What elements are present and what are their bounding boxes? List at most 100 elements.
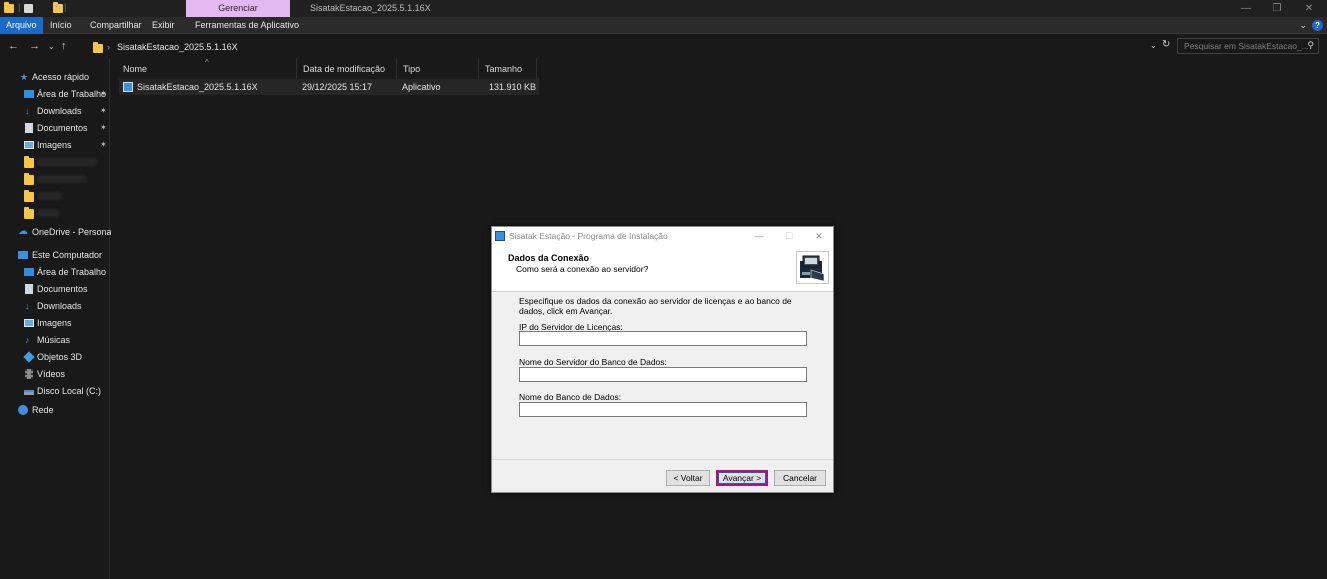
tab-view[interactable]: Exibir — [146, 17, 181, 34]
maximize-button[interactable]: ☐ — [776, 227, 802, 245]
breadcrumb-current-folder[interactable]: SisatakEstacao_2025.5.1.16X — [117, 39, 238, 55]
database-server-name-label: Nome do Servidor do Banco de Dados: — [519, 357, 667, 367]
nav-label: Acesso rápido — [32, 72, 90, 82]
minimize-button[interactable]: — — [1234, 0, 1258, 17]
nav-pinned-documents[interactable]: Documentos ✶ — [0, 120, 110, 136]
column-header-size[interactable]: Tamanho — [479, 58, 537, 80]
pin-icon[interactable]: ✶ — [100, 103, 107, 119]
pin-icon[interactable]: ✶ — [100, 86, 107, 102]
help-icon[interactable]: ? — [1312, 20, 1323, 31]
pin-icon[interactable]: ✶ — [100, 137, 107, 153]
folder-icon — [93, 42, 103, 53]
address-bar[interactable]: › SisatakEstacao_2025.5.1.16X — [86, 38, 1174, 54]
close-button[interactable]: ✕ — [1297, 0, 1321, 17]
search-input[interactable]: Pesquisar em SisatakEstacao_... ⚲ — [1177, 38, 1319, 54]
document-icon — [25, 123, 33, 133]
column-header-type[interactable]: Tipo — [397, 58, 479, 80]
back-arrow-icon[interactable]: ← — [8, 39, 19, 53]
nav-redacted-folder[interactable] — [0, 171, 110, 187]
installer-icon — [495, 231, 505, 241]
properties-icon[interactable] — [24, 4, 33, 13]
chevron-down-icon[interactable]: ▾ — [55, 2, 59, 12]
music-icon: ♪ — [25, 335, 30, 345]
up-arrow-icon[interactable]: ↑ — [61, 39, 67, 53]
redacted-label — [37, 192, 62, 200]
images-icon — [24, 319, 34, 327]
refresh-icon[interactable]: ↻ — [1162, 39, 1170, 50]
nav-pinned-desktop[interactable]: Área de Trabalho ✶ — [0, 86, 110, 102]
nav-pc-images[interactable]: Imagens — [0, 315, 110, 331]
license-server-ip-input[interactable] — [519, 331, 807, 346]
window-title: SisatakEstacao_2025.5.1.16X — [310, 3, 431, 13]
nav-redacted-folder[interactable] — [0, 188, 110, 204]
nav-network[interactable]: Rede — [0, 402, 110, 418]
nav-pinned-downloads[interactable]: ↓ Downloads ✶ — [0, 103, 110, 119]
dialog-header: Dados da Conexão Como será a conexão ao … — [492, 245, 833, 292]
dialog-body: Especifique os dados da conexão ao servi… — [492, 293, 833, 463]
document-icon — [25, 284, 33, 294]
folder-icon — [24, 207, 34, 219]
nav-pc-videos[interactable]: Vídeos — [0, 366, 110, 382]
address-dropdown-icon[interactable]: ⌄ — [1150, 41, 1157, 50]
minimize-button[interactable]: — — [746, 227, 772, 245]
nav-label: Downloads — [37, 301, 82, 311]
nav-label: OneDrive - Personal — [32, 227, 114, 237]
nav-pc-downloads[interactable]: ↓ Downloads — [0, 298, 110, 314]
breadcrumb-separator-icon[interactable]: › — [107, 39, 110, 55]
back-button[interactable]: < Voltar — [666, 470, 710, 486]
recent-locations-icon[interactable]: ⌄ — [48, 40, 55, 54]
setup-computer-icon — [796, 251, 829, 284]
column-header-name[interactable]: Nome — [117, 58, 297, 80]
dialog-heading: Dados da Conexão — [508, 253, 590, 263]
nav-pinned-images[interactable]: Imagens ✶ — [0, 137, 110, 153]
ribbon-tabs: Arquivo Início Compartilhar Exibir Ferra… — [0, 17, 1327, 34]
nav-label: Imagens — [37, 140, 72, 150]
images-icon — [24, 141, 34, 149]
tab-share[interactable]: Compartilhar — [84, 17, 148, 34]
redacted-label — [37, 209, 59, 217]
database-server-name-input[interactable] — [519, 367, 807, 382]
nav-onedrive[interactable]: ☁ OneDrive - Personal — [0, 224, 114, 240]
objects-3d-icon — [23, 351, 35, 363]
chevron-down-icon[interactable]: ⌄ — [1299, 17, 1307, 34]
tab-manage[interactable]: Gerenciar — [186, 0, 290, 17]
file-name[interactable]: SisatakEstacao_2025.5.1.16X — [137, 79, 258, 95]
tab-application-tools[interactable]: Ferramentas de Aplicativo — [189, 17, 305, 34]
nav-this-pc[interactable]: Este Computador — [0, 247, 110, 263]
nav-pc-local-disk[interactable]: Disco Local (C:) — [0, 383, 110, 399]
nav-pc-music[interactable]: ♪ Músicas — [0, 332, 110, 348]
dialog-subheading: Como será a conexão ao servidor? — [516, 264, 649, 274]
address-row: ← → ⌄ ↑ › SisatakEstacao_2025.5.1.16X ⌄ … — [0, 35, 1327, 57]
nav-pc-3d-objects[interactable]: Objetos 3D — [0, 349, 110, 365]
download-icon: ↓ — [25, 301, 30, 311]
forward-arrow-icon[interactable]: → — [29, 39, 40, 53]
close-button[interactable]: ✕ — [806, 227, 832, 245]
database-name-input[interactable] — [519, 402, 807, 417]
nav-redacted-folder[interactable] — [0, 205, 110, 221]
search-icon[interactable]: ⚲ — [1307, 40, 1314, 51]
star-icon: ★ — [20, 72, 29, 82]
tab-home[interactable]: Início — [44, 17, 78, 34]
nav-redacted-folder[interactable] — [0, 154, 110, 170]
dialog-divider — [492, 459, 833, 460]
column-header-modified[interactable]: Data de modificação — [297, 58, 397, 80]
file-size: 131.910 KB — [488, 82, 536, 92]
nav-pc-desktop[interactable]: Área de Trabalho — [0, 264, 110, 280]
nav-quick-access[interactable]: ★ Acesso rápido — [0, 69, 110, 85]
network-icon — [18, 405, 28, 415]
maximize-button[interactable]: ❐ — [1265, 0, 1289, 17]
tab-file[interactable]: Arquivo — [0, 17, 43, 34]
nav-label: Documentos — [37, 284, 88, 294]
table-row[interactable]: SisatakEstacao_2025.5.1.16X 29/12/2025 1… — [119, 79, 539, 95]
redacted-label — [37, 175, 87, 183]
desktop-icon — [24, 268, 34, 276]
nav-pc-documents[interactable]: Documentos — [0, 281, 110, 297]
nav-label: Disco Local (C:) — [37, 386, 102, 396]
dialog-title-bar[interactable]: Sisatak Estação - Programa de Instalação… — [492, 227, 833, 245]
application-icon — [123, 82, 133, 92]
nav-label: Músicas — [37, 335, 71, 345]
nav-label: Área de Trabalho — [37, 267, 107, 277]
pin-icon[interactable]: ✶ — [100, 120, 107, 136]
cancel-button[interactable]: Cancelar — [774, 470, 826, 486]
next-button[interactable]: Avançar > — [716, 470, 768, 486]
